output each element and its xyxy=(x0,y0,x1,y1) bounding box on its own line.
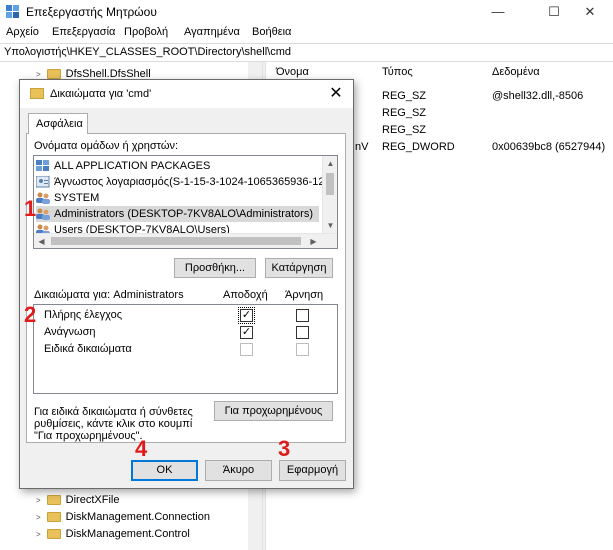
cancel-button[interactable]: Άκυρο xyxy=(205,460,272,481)
step-marker-1: 1 xyxy=(24,196,37,221)
allow-column-header: Αποδοχή xyxy=(223,289,268,301)
column-header-type[interactable]: Τύπος xyxy=(382,66,413,78)
menu-bar: Αρχείο Επεξεργασία Προβολή Αγαπημένα Βοή… xyxy=(0,24,613,43)
step-marker-2: 2 xyxy=(24,302,37,327)
users-vertical-scrollbar[interactable]: ▲ ▼ xyxy=(322,156,337,233)
value-type: REG_SZ xyxy=(382,124,427,136)
address-path: Υπολογιστής\HKEY_CLASSES_ROOT\Directory\… xyxy=(4,46,291,58)
minimize-button[interactable]: — xyxy=(475,0,521,24)
folder-icon xyxy=(46,512,61,522)
menu-help[interactable]: Βοήθεια xyxy=(252,26,291,38)
tree-item[interactable]: > DirectXFile xyxy=(36,492,119,508)
regedit-app-icon xyxy=(6,5,19,18)
tree-item-label: DiskManagement.Connection xyxy=(65,511,210,523)
users-horizontal-scrollbar[interactable]: ◀ ▶ xyxy=(34,233,337,248)
special-allow-checkbox xyxy=(240,343,253,356)
permission-label: Πλήρης έλεγχος xyxy=(44,309,122,321)
list-item[interactable]: Άγνωστος λογαριασμός(S-1-15-3-1024-10653… xyxy=(36,174,337,190)
permissions-dialog: Δικαιώματα για 'cmd' ✕ Ασφάλεια Ονόματα … xyxy=(19,79,354,489)
advanced-button[interactable]: Για προχωρημένους xyxy=(214,401,333,421)
menu-favorites[interactable]: Αγαπημένα xyxy=(184,26,240,38)
scroll-left-icon[interactable]: ◀ xyxy=(34,234,49,248)
full-control-deny-checkbox[interactable] xyxy=(296,309,309,322)
value-data: 0x00639bc8 (6527944) xyxy=(492,141,606,153)
scroll-right-icon[interactable]: ▶ xyxy=(306,234,321,248)
permission-label: Ειδικά δικαιώματα xyxy=(44,343,132,355)
list-item[interactable]: ALL APPLICATION PACKAGES xyxy=(36,158,319,174)
value-name-fragment: nV xyxy=(355,141,369,153)
folder-icon xyxy=(30,88,44,99)
full-control-allow-checkbox[interactable]: ✓ xyxy=(238,307,255,324)
step-marker-3: 3 xyxy=(278,436,291,461)
dialog-title: Δικαιώματα για 'cmd' xyxy=(50,88,152,100)
value-data: @shell32.dll,-8506 xyxy=(492,90,584,102)
user-label: Άγνωστος λογαριασμός(S-1-15-3-1024-10653… xyxy=(54,176,337,188)
group-icon xyxy=(36,208,50,220)
folder-icon xyxy=(46,69,61,79)
menu-edit[interactable]: Επεξεργασία xyxy=(52,26,115,38)
users-list-label: Ονόματα ομάδων ή χρηστών: xyxy=(34,140,179,152)
expand-arrow-icon[interactable]: > xyxy=(36,530,41,539)
menu-file[interactable]: Αρχείο xyxy=(6,26,39,38)
users-list[interactable]: ALL APPLICATION PACKAGES Άγνωστος λογαρι… xyxy=(33,155,338,249)
window-title: Επεξεργαστής Μητρώου xyxy=(26,5,157,19)
advanced-note: Για ειδικά δικαιώματα ή σύνθετες ρυθμίσε… xyxy=(34,406,193,442)
security-tab-panel: Ονόματα ομάδων ή χρηστών: ALL APPLICATIO… xyxy=(26,133,346,443)
step-marker-4: 4 xyxy=(135,436,148,461)
scroll-up-icon[interactable]: ▲ xyxy=(323,156,337,171)
value-type: REG_SZ xyxy=(382,90,427,102)
value-type: REG_SZ xyxy=(382,107,427,119)
user-label: Administrators (DESKTOP-7KV8ALO\Administ… xyxy=(54,208,313,220)
apply-button[interactable]: Εφαρμογή xyxy=(279,460,346,481)
column-header-data[interactable]: Δεδομένα xyxy=(492,66,540,78)
folder-icon xyxy=(46,495,61,505)
group-icon xyxy=(36,192,50,204)
scroll-thumb[interactable] xyxy=(51,237,301,245)
user-label: SYSTEM xyxy=(54,192,100,204)
tree-item-label: DirectXFile xyxy=(65,494,120,506)
remove-button[interactable]: Κατάργηση xyxy=(265,258,333,278)
unknown-account-icon xyxy=(36,176,50,188)
scroll-down-icon[interactable]: ▼ xyxy=(323,218,337,233)
column-header-name[interactable]: Όνομα xyxy=(276,66,309,78)
read-deny-checkbox[interactable] xyxy=(296,326,309,339)
dialog-close-button[interactable]: ✕ xyxy=(327,85,345,103)
address-bar[interactable]: Υπολογιστής\HKEY_CLASSES_ROOT\Directory\… xyxy=(0,43,613,62)
tree-item[interactable]: > DiskManagement.Connection xyxy=(36,509,210,525)
add-button[interactable]: Προσθήκη... xyxy=(174,258,256,278)
value-type: REG_DWORD xyxy=(382,141,455,153)
permission-label: Ανάγνωση xyxy=(44,326,96,338)
list-item[interactable]: SYSTEM xyxy=(36,190,319,206)
dialog-title-bar: Δικαιώματα για 'cmd' ✕ xyxy=(20,80,353,108)
app-packages-icon xyxy=(36,160,49,171)
permissions-label: Δικαιώματα για: Administrators xyxy=(34,289,184,301)
title-bar: Επεξεργαστής Μητρώου — ☐ ✕ xyxy=(0,0,613,24)
ok-button[interactable]: OK xyxy=(131,460,198,481)
tree-item[interactable]: > DiskManagement.Control xyxy=(36,526,190,542)
expand-arrow-icon[interactable]: > xyxy=(36,513,41,522)
tab-security[interactable]: Ασφάλεια xyxy=(28,113,88,134)
tree-item-label: DiskManagement.Control xyxy=(65,528,190,540)
folder-icon xyxy=(46,529,61,539)
expand-arrow-icon[interactable]: > xyxy=(36,70,41,79)
list-item-selected[interactable]: Administrators (DESKTOP-7KV8ALO\Administ… xyxy=(36,206,319,222)
deny-column-header: Άρνηση xyxy=(285,289,324,301)
special-deny-checkbox xyxy=(296,343,309,356)
menu-view[interactable]: Προβολή xyxy=(124,26,168,38)
user-label: ALL APPLICATION PACKAGES xyxy=(54,160,211,172)
scroll-thumb[interactable] xyxy=(326,173,334,195)
expand-arrow-icon[interactable]: > xyxy=(36,496,41,505)
close-window-button[interactable]: ✕ xyxy=(567,0,613,24)
permissions-list: Πλήρης έλεγχος ✓ Ανάγνωση ✓ Ειδικά δικαι… xyxy=(33,304,338,394)
read-allow-checkbox[interactable]: ✓ xyxy=(240,326,253,339)
